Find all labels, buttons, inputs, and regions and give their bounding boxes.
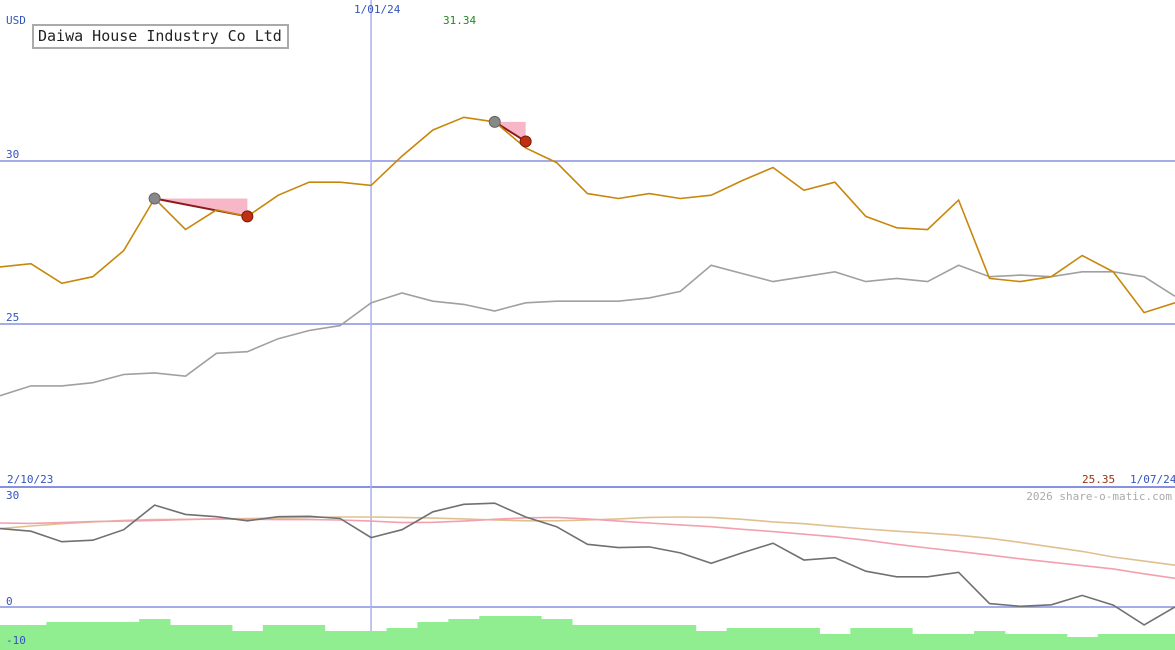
oscillator-tick-label: -10: [6, 634, 26, 647]
volume-bar: [479, 616, 511, 650]
volume-bar: [46, 622, 78, 650]
oscillator-tick-label: 0: [6, 595, 13, 608]
volume-bar: [170, 625, 202, 650]
buy-dot: [488, 115, 501, 128]
volume-bar: [633, 625, 666, 650]
volume-bar: [386, 628, 418, 650]
price-tick-label: 25: [6, 311, 19, 324]
volume-bar: [1004, 634, 1037, 650]
last-value-label: 25.35: [1082, 473, 1115, 486]
oscillator-tick-label: 30: [6, 489, 19, 502]
volume-bar: [1097, 634, 1130, 650]
volume-bar: [664, 625, 697, 650]
volume-bar: [1128, 634, 1161, 650]
volume-bar: [324, 631, 357, 650]
volume-bar: [788, 628, 820, 650]
volume-bar: [943, 634, 975, 650]
start-date-label: 2/10/23: [7, 473, 53, 486]
volume-bar: [881, 628, 913, 650]
sell-dot: [241, 210, 254, 223]
volume-bar: [77, 622, 109, 650]
volume-bar: [1035, 634, 1068, 650]
marker-date-label: 1/01/24: [354, 3, 401, 16]
volume-bar: [757, 628, 789, 650]
volume-bar: [850, 628, 882, 650]
end-date-label: 1/07/24: [1130, 473, 1175, 486]
volume-bar: [262, 625, 295, 650]
sell-dot: [519, 135, 532, 148]
price-chart: Daiwa House Industry Co Ltd USD 1/01/24 …: [0, 0, 1175, 650]
currency-label: USD: [6, 14, 26, 27]
volume-bar: [231, 631, 264, 650]
volume-bar: [417, 622, 449, 650]
volume-bar: [1159, 634, 1175, 650]
volume-bar: [726, 628, 759, 650]
volume-bar: [108, 622, 140, 650]
buy-dot: [148, 192, 161, 205]
volume-bar: [819, 634, 851, 650]
price-tick-label: 30: [6, 148, 19, 161]
volume-bar: [448, 619, 480, 650]
volume-bar: [541, 619, 573, 650]
copyright-label: 2026 share-o-matic.com: [1026, 490, 1172, 503]
peak-value-label: 31.34: [443, 14, 476, 27]
volume-bar: [355, 631, 388, 650]
volume-bar: [510, 616, 542, 650]
chart-background: [0, 0, 1175, 650]
volume-bar: [200, 625, 233, 650]
volume-bar: [602, 625, 635, 650]
volume-bar: [1066, 637, 1099, 650]
volume-bar: [974, 631, 1006, 650]
volume-bar: [572, 625, 604, 650]
volume-bar: [695, 631, 728, 650]
volume-bar: [293, 625, 326, 650]
chart-title: Daiwa House Industry Co Ltd: [38, 27, 282, 45]
volume-bar: [912, 634, 944, 650]
volume-bar: [139, 619, 171, 650]
